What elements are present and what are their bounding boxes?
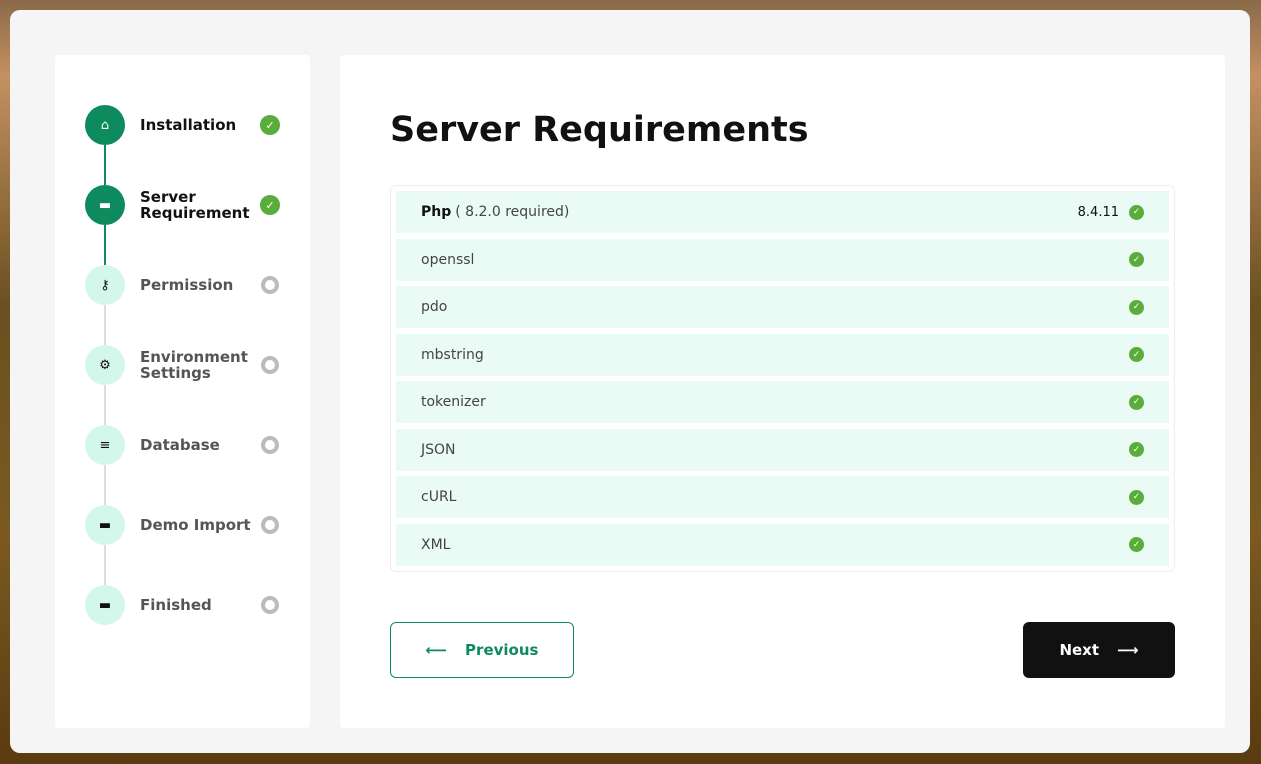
step-demo-import[interactable]: ▬ Demo Import (85, 505, 285, 545)
extension-name: JSON (421, 441, 456, 458)
step-connector (104, 225, 106, 265)
previous-button[interactable]: ⟵ Previous (390, 622, 574, 678)
pending-icon (261, 356, 279, 374)
arrow-left-icon: ⟵ (425, 641, 448, 659)
check-icon: ✓ (260, 195, 280, 215)
check-icon: ✓ (1129, 442, 1144, 457)
requirement-row: XML ✓ (396, 523, 1169, 566)
next-label: Next (1059, 641, 1100, 659)
step-database[interactable]: ≡ Database (85, 425, 285, 465)
extension-name: mbstring (421, 346, 484, 363)
requirement-row: cURL ✓ (396, 476, 1169, 518)
step-environment-settings[interactable]: ⚙ Environment Settings (85, 345, 285, 385)
check-icon: ✓ (1129, 299, 1144, 315)
step-label: Finished (140, 596, 212, 614)
installer-card: ⌂ Installation ✓ ▬ Server Requirement ✓ ⚷ Permi… (10, 10, 1250, 753)
step-label: Database (140, 436, 220, 454)
pending-icon (261, 276, 279, 294)
requirement-row: openssl ✓ (396, 238, 1169, 281)
pending-icon (261, 436, 279, 454)
extension-name: tokenizer (421, 394, 486, 410)
server-icon: ▬ (85, 505, 125, 545)
requirement-row: tokenizer ✓ (396, 381, 1169, 423)
extension-name: openssl (421, 251, 475, 268)
previous-label: Previous (465, 641, 539, 659)
php-required: ( 8.2.0 required) (455, 204, 570, 220)
requirements-list: Php( 8.2.0 required) 8.4.11 ✓ openssl ✓ pdo ✓… (390, 185, 1175, 572)
pending-icon (261, 516, 279, 534)
step-permission[interactable]: ⚷ Permission (85, 265, 285, 305)
key-icon: ⚷ (85, 265, 125, 305)
gear-icon: ⚙ (85, 345, 125, 385)
extension-name: XML (421, 536, 451, 553)
server-icon: ▬ (85, 585, 125, 625)
step-connector (104, 385, 106, 425)
home-icon: ⌂ (85, 105, 125, 145)
extension-name: pdo (421, 299, 448, 315)
php-row: Php( 8.2.0 required) 8.4.11 ✓ (396, 191, 1169, 233)
step-label: Installation (140, 116, 237, 134)
check-icon: ✓ (1129, 537, 1144, 552)
main-panel: Server Requirements Php( 8.2.0 required)… (340, 55, 1225, 728)
step-label: Server Requirement (140, 188, 250, 222)
step-label: Demo Import (140, 516, 251, 534)
step-finished[interactable]: ▬ Finished (85, 585, 285, 625)
extension-name: cURL (421, 489, 457, 505)
step-connector (104, 145, 106, 185)
step-connector (104, 465, 106, 505)
server-icon: ▬ (85, 185, 125, 225)
check-icon: ✓ (1129, 347, 1144, 362)
pending-icon (261, 596, 279, 614)
requirement-row: mbstring ✓ (396, 333, 1169, 376)
step-connector (104, 545, 106, 585)
database-icon: ≡ (85, 425, 125, 465)
step-connector (104, 305, 106, 345)
check-icon: ✓ (1129, 252, 1144, 267)
php-label: Php (421, 204, 452, 220)
check-icon: ✓ (1129, 204, 1144, 220)
check-icon: ✓ (1129, 394, 1144, 410)
check-icon: ✓ (1129, 489, 1144, 505)
check-icon: ✓ (260, 115, 280, 135)
step-server-requirement[interactable]: ▬ Server Requirement ✓ (85, 185, 285, 225)
step-label: Permission (140, 276, 234, 294)
requirement-row: pdo ✓ (396, 286, 1169, 328)
step-installation[interactable]: ⌂ Installation ✓ (85, 105, 285, 145)
next-button[interactable]: Next ⟶ (1023, 622, 1175, 678)
steps-sidebar: ⌂ Installation ✓ ▬ Server Requirement ✓ ⚷ Permi… (55, 55, 310, 728)
page-title: Server Requirements (390, 110, 809, 150)
step-label: Environment Settings (140, 348, 248, 382)
php-version: 8.4.11 (1077, 204, 1119, 220)
arrow-right-icon: ⟶ (1117, 641, 1139, 659)
requirement-row: JSON ✓ (396, 428, 1169, 471)
